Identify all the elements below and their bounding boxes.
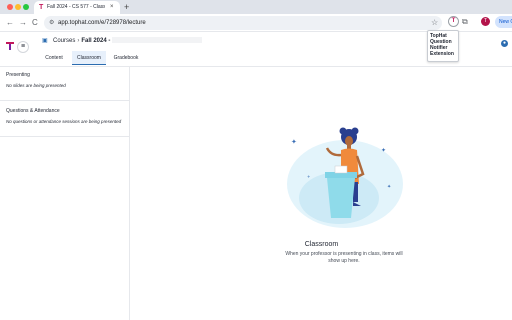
tab-close-icon[interactable]: × [110,4,114,11]
questions-empty-text: No questions or attendance sessions are … [6,119,122,124]
breadcrumb: Courses › Fall 2024 - [53,37,203,46]
back-button[interactable]: ← [6,17,14,29]
svg-text:+: + [307,174,310,179]
tophat-favicon-icon: T [39,4,44,11]
reload-button[interactable]: C [32,17,38,29]
classroom-empty-message: When your professor is presenting in cla… [285,251,403,264]
site-info-icon[interactable]: ⚙ [49,19,57,27]
classroom-sidebar: Presenting No slides are being presented… [0,67,130,320]
extensions-puzzle-icon[interactable]: ⧉ [462,16,468,27]
presenting-heading: Presenting [6,72,30,78]
extension-tooltip: TopHat Question Notifier Extension [427,30,459,62]
professor-at-lectern-illustration: ✦ ✦ ✦ + [287,127,403,228]
url-text: app.tophat.com/e/728978/lecture [58,20,146,26]
new-chrome-button[interactable]: New C [495,16,512,28]
browser-tab-strip: T Fall 2024 - CS 577 - Classroom × + [0,0,512,14]
forward-button[interactable]: → [19,17,27,29]
breadcrumb-current-course: Fall 2024 - [81,38,111,44]
course-icon: ▣ [42,38,48,44]
classroom-main: ✦ ✦ ✦ + Classroom When your professor is… [131,67,512,320]
svg-text:✦: ✦ [381,147,386,154]
tophat-extension-icon[interactable]: T [448,16,459,27]
section-divider [0,136,129,137]
svg-text:✦: ✦ [291,138,297,146]
tooltip-line: Extension [430,51,454,57]
svg-text:✦: ✦ [387,184,391,190]
menu-button[interactable]: ≡ [17,41,29,53]
bookmark-star-icon[interactable]: ☆ [431,18,438,28]
breadcrumb-courses-link[interactable]: Courses [53,38,75,44]
tophat-logo-icon[interactable] [6,42,14,50]
breadcrumb-course-name-redacted [112,37,203,44]
classroom-empty-title: Classroom [304,241,339,248]
tab-classroom[interactable]: Classroom [72,51,106,65]
address-bar[interactable]: ⚙ app.tophat.com/e/728978/lecture ☆ [44,16,442,30]
window-close-button[interactable] [7,4,13,10]
tab-gradebook[interactable]: Gradebook [108,51,144,65]
window-maximize-button[interactable] [23,4,29,10]
window-minimize-button[interactable] [15,4,21,10]
questions-heading: Questions & Attendance [6,108,60,114]
tophat-app: ≡ ▣ Courses › Fall 2024 - ● Content Classr… [0,32,512,320]
tab-title: Fall 2024 - CS 577 - Classroom [47,4,105,10]
presenting-empty-text: No slides are being presented [6,83,66,88]
browser-tab[interactable]: T Fall 2024 - CS 577 - Classroom × [34,1,120,14]
profile-avatar[interactable]: T [481,17,490,26]
user-account-icon[interactable]: ● [501,40,508,47]
section-divider [0,100,129,101]
new-tab-button[interactable]: + [124,2,129,12]
tab-content[interactable]: Content [38,51,70,65]
